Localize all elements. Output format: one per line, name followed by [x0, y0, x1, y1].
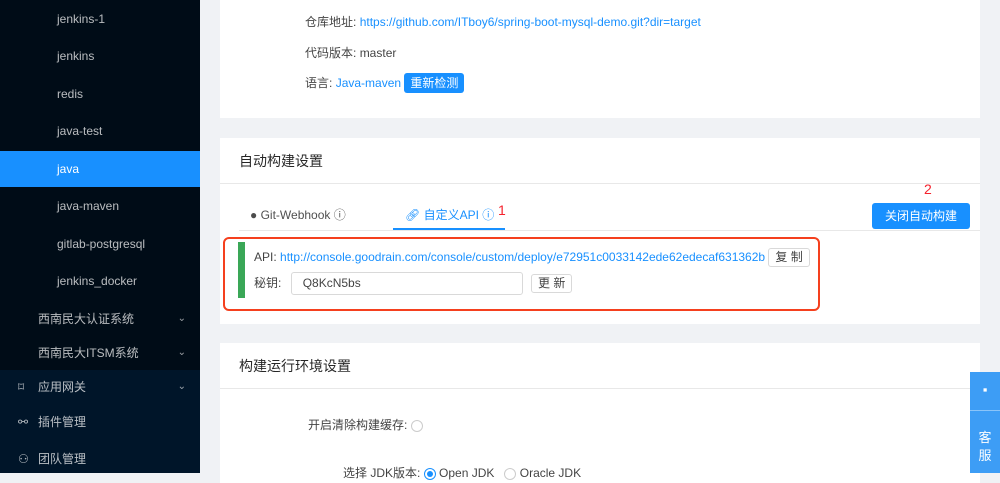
jdk-option: Oracle JDK [519, 466, 582, 480]
label: 团队管理 [38, 452, 87, 466]
sidebar-item-jenkins-1[interactable]: jenkins-1 [0, 1, 200, 37]
copy-button[interactable]: 复 制 [768, 248, 810, 267]
team-icon: ⚇ [18, 452, 29, 466]
repo-card: 仓库地址: https://github.com/ITboy6/spring-b… [220, 0, 980, 118]
sidebar-item-java[interactable]: java [0, 151, 200, 187]
cache-radio[interactable] [410, 419, 423, 432]
support-widget[interactable]: ▪ 客服 [970, 372, 1000, 473]
env-card: 构建运行环境设置 开启清除构建缓存: 选择 JDK版本: Open JDK Or… [220, 343, 980, 483]
tab-git-webhook[interactable]: ● Git-Webhook ⓘ [250, 206, 346, 223]
sidebar-item-gateway[interactable]: ⌑ 应用网关 ⌄ [0, 369, 200, 405]
help-icon: ⓘ [482, 208, 495, 222]
label: 西南民大认证系统 [38, 312, 135, 326]
repo-label: 仓库地址: [305, 15, 357, 29]
chevron-down-icon: ⌄ [177, 347, 186, 358]
secret-input[interactable]: Q8KcN5bs [290, 272, 523, 296]
sidebar-item-gitlab-postgresql[interactable]: gitlab-postgresql [0, 226, 200, 262]
label: 应用网关 [38, 380, 87, 394]
auto-build-title: 自动构建设置 [220, 138, 980, 184]
version-value: master [359, 46, 397, 60]
secret-label: 秘钥: [254, 276, 282, 290]
gateway-icon: ⌑ [18, 380, 25, 394]
chevron-down-icon: ⌄ [177, 381, 186, 392]
sidebar-item-jenkins[interactable]: jenkins [0, 38, 200, 74]
recheck-button[interactable]: 重新检测 [404, 73, 465, 93]
status-bar [238, 242, 245, 298]
lang-link[interactable]: Java-maven [336, 76, 401, 90]
tab-label: Git-Webhook [260, 208, 331, 222]
sidebar-item-jenkins-docker[interactable]: jenkins_docker [0, 263, 200, 299]
annotation-1: 1 [498, 202, 506, 218]
label: 西南民大ITSM系统 [38, 346, 139, 360]
jdk-label: 选择 JDK版本: [343, 466, 421, 480]
env-title: 构建运行环境设置 [220, 343, 980, 389]
link-icon: 🔗︎ [405, 208, 421, 222]
tab-label: 自定义API [423, 208, 479, 222]
jdk-open-radio[interactable] [423, 467, 436, 480]
chevron-down-icon: ⌄ [177, 313, 186, 324]
github-icon: ● [250, 208, 258, 222]
cache-label: 开启清除构建缓存: [308, 418, 408, 432]
link-icon: ⚯ [18, 415, 29, 429]
update-button[interactable]: 更 新 [531, 274, 573, 293]
repo-link[interactable]: https://github.com/ITboy6/spring-boot-my… [360, 15, 701, 29]
sidebar: jenkins-1 jenkins redis java-test java j… [0, 0, 200, 473]
sidebar-item-java-test[interactable]: java-test [0, 113, 200, 149]
lang-label: 语言: [305, 76, 333, 90]
jdk-oracle-radio[interactable] [504, 467, 517, 480]
api-label: API: [254, 250, 277, 264]
jdk-option: Open JDK [439, 466, 495, 480]
chat-icon: ▪ [970, 372, 1000, 411]
label: 插件管理 [38, 415, 87, 429]
sidebar-item-redis[interactable]: redis [0, 76, 200, 112]
support-label: 客服 [978, 430, 992, 463]
close-auto-build-button[interactable]: 关闭自动构建 [872, 203, 971, 229]
tab-custom-api[interactable]: 🔗︎ 自定义API ⓘ [393, 206, 505, 230]
annotation-2: 2 [924, 181, 932, 197]
version-label: 代码版本: [305, 46, 357, 60]
help-icon: ⓘ [333, 208, 346, 222]
sidebar-item-java-maven[interactable]: java-maven [0, 188, 200, 224]
sidebar-item-plugins[interactable]: ⚯ 插件管理 [0, 404, 200, 440]
auto-build-card: 自动构建设置 ● Git-Webhook ⓘ 🔗︎ 自定义API ⓘ 1 2 关… [220, 138, 980, 324]
api-url[interactable]: http://console.goodrain.com/console/cust… [280, 250, 765, 264]
sidebar-group-auth[interactable]: 西南民大认证系统 ⌄ [0, 301, 200, 337]
sidebar-item-team[interactable]: ⚇ 团队管理 [0, 441, 200, 477]
sidebar-group-itsm[interactable]: 西南民大ITSM系统 ⌄ [0, 335, 200, 371]
